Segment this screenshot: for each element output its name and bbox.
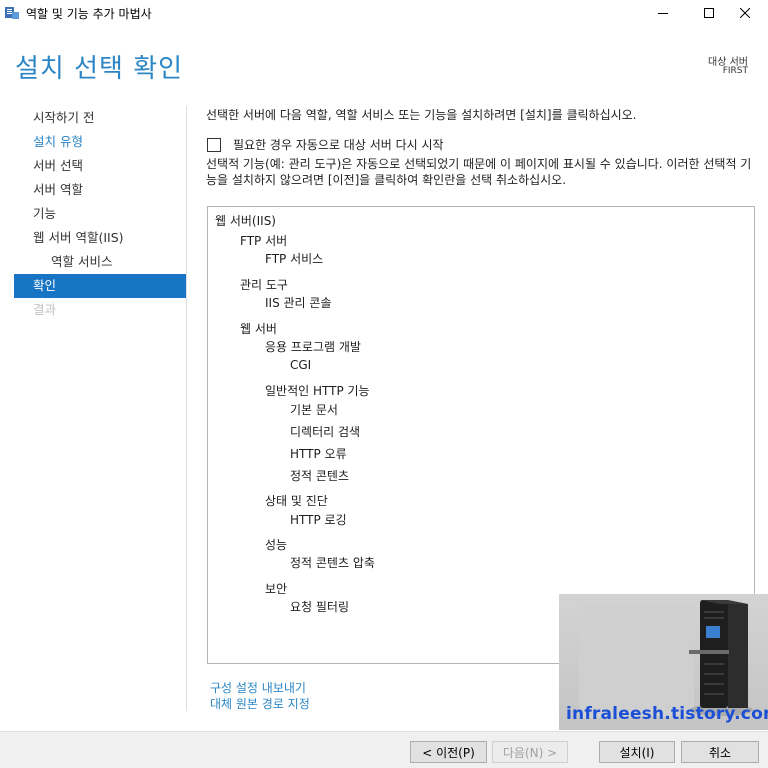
nav-item-results: 결과 (33, 302, 57, 317)
list-item: HTTP 오류 (290, 447, 347, 461)
list-item: CGI (290, 358, 312, 372)
close-icon (740, 8, 750, 18)
minimize-icon (658, 13, 668, 14)
list-item: 디렉터리 검색 (290, 425, 361, 439)
window-title: 역할 및 기능 추가 마법사 (26, 7, 152, 21)
wizard-steps-nav: 시작하기 전 설치 유형 서버 선택 서버 역할 기능 웹 서버 역할(IIS)… (14, 106, 186, 322)
cancel-button[interactable]: 취소 (681, 741, 759, 763)
nav-item-web-server-role[interactable]: 웹 서버 역할(IIS) (14, 226, 186, 250)
list-item: 응용 프로그램 개발 (265, 340, 361, 354)
install-button[interactable]: 설치(I) (599, 741, 675, 763)
list-item: 관리 도구 (240, 278, 288, 292)
page-title: 설치 선택 확인 (15, 54, 184, 84)
list-item: 일반적인 HTTP 기능 (265, 384, 370, 398)
list-item: IIS 관리 콘솔 (265, 296, 332, 310)
restart-checkbox[interactable] (207, 137, 221, 152)
nav-item-role-services[interactable]: 역할 서비스 (14, 250, 186, 274)
intro-text: 선택한 서버에 다음 역할, 역할 서비스 또는 기능을 설치하려면 [설치]를… (206, 108, 637, 122)
list-item: 웹 서버(IIS) (215, 214, 276, 228)
nav-item-confirmation[interactable]: 확인 (14, 274, 186, 298)
list-item: 상태 및 진단 (265, 494, 328, 508)
nav-item-features[interactable]: 기능 (14, 202, 186, 226)
destination-server-name: FIRST (722, 66, 748, 76)
next-button: 다음(N) > (492, 741, 568, 763)
list-item: 웹 서버 (240, 322, 277, 336)
list-item: FTP 서비스 (265, 252, 324, 266)
minimize-button[interactable] (640, 0, 686, 26)
restart-option: 필요한 경우 자동으로 대상 서버 다시 시작 (207, 136, 444, 153)
maximize-icon (704, 8, 714, 18)
nav-item-server-roles[interactable]: 서버 역할 (14, 178, 186, 202)
nav-item-installation-type[interactable]: 설치 유형 (14, 130, 186, 154)
list-item: 성능 (265, 538, 288, 552)
list-item: FTP 서버 (240, 234, 288, 248)
list-item: 보안 (265, 582, 288, 596)
alternate-source-path-link[interactable]: 대체 원본 경로 지정 (210, 695, 310, 712)
server-manager-icon (5, 7, 19, 19)
optional-features-note: 선택적 기능(예: 관리 도구)은 자동으로 선택되었기 때문에 이 페이지에 … (206, 157, 752, 187)
title-bar: 역할 및 기능 추가 마법사 (0, 0, 768, 26)
previous-button[interactable]: < 이전(P) (410, 741, 487, 763)
restart-checkbox-label[interactable]: 필요한 경우 자동으로 대상 서버 다시 시작 (233, 136, 444, 153)
list-item: HTTP 로깅 (290, 513, 347, 527)
list-item: 정적 콘텐츠 (290, 469, 350, 483)
list-item: 기본 문서 (290, 403, 338, 417)
close-button[interactable] (722, 0, 768, 26)
list-item: 요청 필터링 (290, 600, 350, 614)
list-item: 정적 콘텐츠 압축 (290, 556, 375, 570)
watermark-text: infraleesh.tistory.com (566, 704, 768, 724)
nav-item-before-you-begin[interactable]: 시작하기 전 (14, 106, 186, 130)
nav-divider (186, 106, 187, 711)
export-configuration-link[interactable]: 구성 설정 내보내기 (210, 679, 306, 696)
nav-item-server-selection[interactable]: 서버 선택 (14, 154, 186, 178)
